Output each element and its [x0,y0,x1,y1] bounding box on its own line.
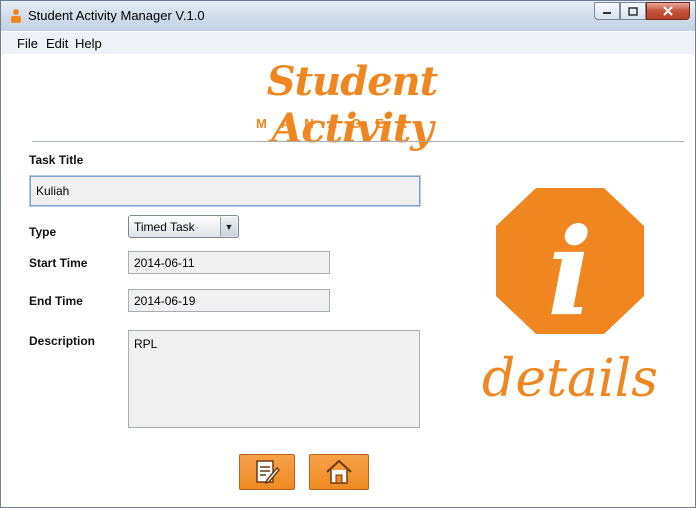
window-controls [594,2,690,21]
divider [32,141,684,142]
details-info-graphic: i details [482,188,658,409]
type-select[interactable]: Timed Task ▼ [128,215,239,238]
type-label: Type [29,225,57,239]
task-title-label: Task Title [29,153,84,167]
logo-subtitle: MANAGER [256,116,422,131]
type-select-value: Timed Task [134,220,195,234]
logo-title: Student Activity [266,58,438,152]
app-icon [11,9,21,23]
window-title: Student Activity Manager V.1.0 [28,8,205,23]
end-time-input[interactable]: 2014-06-19 [128,289,330,312]
minimize-button[interactable] [594,2,620,20]
home-icon [326,459,352,484]
end-time-label: End Time [29,294,83,308]
close-icon [663,6,673,16]
details-word: details [482,349,658,409]
chevron-down-icon[interactable]: ▼ [220,217,237,236]
menu-help[interactable]: Help [75,36,102,51]
home-button[interactable] [309,454,369,490]
edit-document-icon [256,460,281,485]
minimize-icon [603,12,611,14]
maximize-button[interactable] [620,2,646,20]
menu-edit[interactable]: Edit [46,36,68,51]
edit-button[interactable] [239,454,295,490]
title-bar[interactable]: Student Activity Manager V.1.0 [1,1,695,31]
close-button[interactable] [646,2,690,20]
app-window: Student Activity Manager V.1.0 File Edit… [0,0,696,508]
app-logo: Student Activity MANAGER [192,58,512,152]
description-label: Description [29,334,96,348]
content-panel: Student Activity MANAGER Task Title Kuli… [2,54,694,507]
menu-bar: File Edit Help [2,32,694,55]
menu-file[interactable]: File [17,36,38,51]
start-time-input[interactable]: 2014-06-11 [128,251,330,274]
description-textarea[interactable]: RPL [128,330,420,428]
task-title-input[interactable]: Kuliah [30,176,420,206]
info-letter: i [547,202,593,343]
maximize-icon [628,6,638,16]
start-time-label: Start Time [29,256,88,270]
